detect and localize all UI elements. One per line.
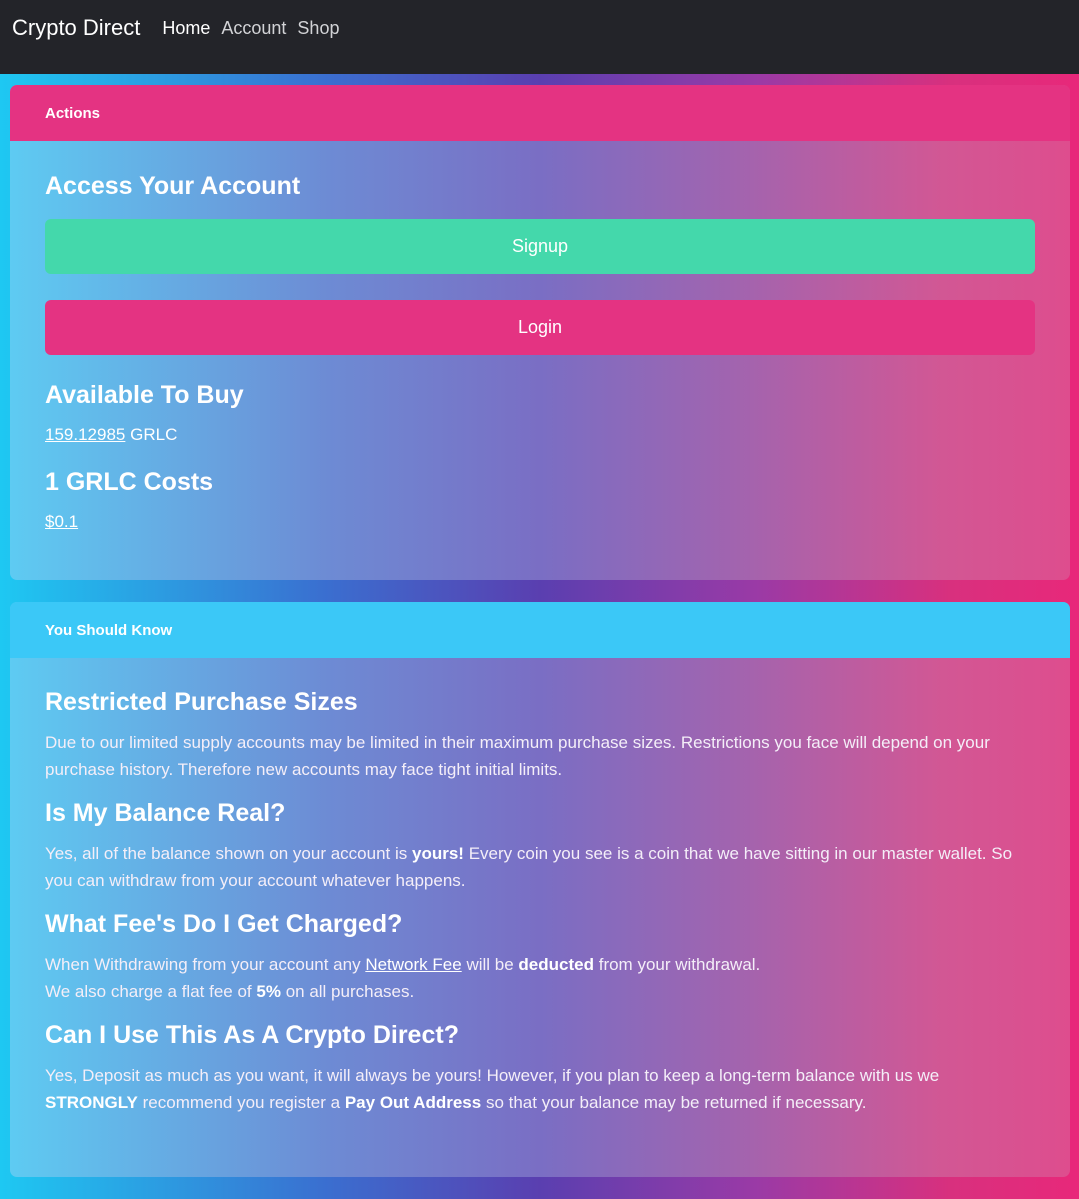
restricted-sizes-title: Restricted Purchase Sizes <box>45 688 358 716</box>
access-account-title: Access Your Account <box>45 172 301 200</box>
available-to-buy-title: Available To Buy <box>45 381 244 409</box>
fees-text-d: We also charge a flat fee of <box>45 982 252 1001</box>
network-fee-link[interactable]: Network Fee <box>365 955 461 974</box>
grlc-cost-title: 1 GRLC Costs <box>45 468 214 496</box>
balance-bold-yours: yours! <box>412 844 464 863</box>
restricted-sizes-text: Due to our limited supply accounts may b… <box>45 733 990 779</box>
fees-text-e: on all purchases. <box>285 982 415 1001</box>
nav-home-link[interactable]: Home <box>162 18 210 39</box>
info-card: You Should Know Restricted Purchase Size… <box>10 602 1070 1177</box>
crypto-direct-text: Yes, Deposit as much as you want, it wil… <box>45 1062 1035 1116</box>
cd-text-b: recommend you register a <box>142 1093 341 1112</box>
grlc-cost-row: $0.1 <box>45 512 1035 532</box>
cd-bold-strongly: STRONGLY <box>45 1093 138 1112</box>
balance-text-a: Yes, all of the balance shown on your ac… <box>45 844 408 863</box>
fees-text-a: When Withdrawing from your account any <box>45 955 361 974</box>
cd-text-c: so that your balance may be returned if … <box>485 1093 867 1112</box>
brand-logo-link[interactable]: Crypto Direct <box>12 15 140 41</box>
cd-bold-payout: Pay Out Address <box>344 1093 482 1112</box>
fees-text-c: from your withdrawal. <box>598 955 761 974</box>
fees-title: What Fee's Do I Get Charged? <box>45 910 403 938</box>
balance-real-title: Is My Balance Real? <box>45 799 286 827</box>
nav-account-link[interactable]: Account <box>221 18 286 39</box>
available-unit: GRLC <box>130 425 178 444</box>
balance-real-text: Yes, all of the balance shown on your ac… <box>45 840 1035 894</box>
info-card-header: You Should Know <box>10 602 1070 658</box>
cd-text-a: Yes, Deposit as much as you want, it wil… <box>45 1066 940 1085</box>
fees-bold-deducted: deducted <box>518 955 594 974</box>
fees-text: When Withdrawing from your account any N… <box>45 951 1035 1005</box>
actions-card-header: Actions <box>10 85 1070 141</box>
actions-card: Actions Access Your Account Signup Login… <box>10 85 1070 580</box>
fees-text-b: will be <box>466 955 514 974</box>
actions-card-body: Access Your Account Signup Login Availab… <box>10 172 1070 532</box>
crypto-direct-title: Can I Use This As A Crypto Direct? <box>45 1021 459 1049</box>
available-amount-link[interactable]: 159.12985 <box>45 425 125 444</box>
fees-bold-percent: 5% <box>256 982 281 1001</box>
nav-shop-link[interactable]: Shop <box>297 18 339 39</box>
grlc-cost-link[interactable]: $0.1 <box>45 512 78 531</box>
signup-button[interactable]: Signup <box>45 219 1035 274</box>
info-card-body: Restricted Purchase Sizes Due to our lim… <box>10 688 1070 1116</box>
top-navbar: Crypto Direct Home Account Shop <box>0 0 1079 74</box>
login-button[interactable]: Login <box>45 300 1035 355</box>
available-amount-row: 159.12985 GRLC <box>45 425 1035 445</box>
